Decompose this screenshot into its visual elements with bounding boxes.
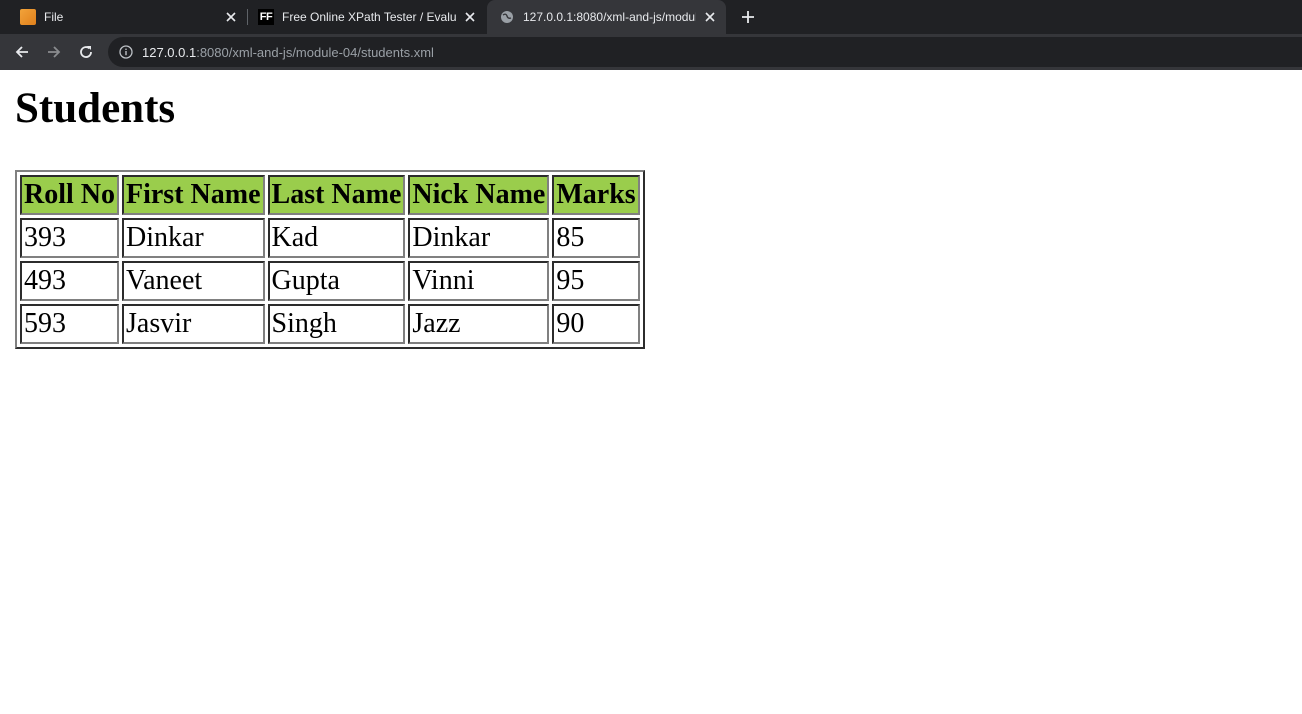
tab-students-xml[interactable]: 127.0.0.1:8080/xml-and-js/module-04/stud… [487,0,726,34]
page-content: Students Roll No First Name Last Name Ni… [0,70,1302,714]
url-path: :8080/xml-and-js/module-04/students.xml [196,44,434,60]
close-icon[interactable] [223,9,239,25]
reload-button[interactable] [74,40,98,64]
table-row: 493 Vaneet Gupta Vinni 95 [20,261,640,301]
reload-icon [80,46,92,58]
ff-icon: FF [258,9,274,25]
column-header-nick-name: Nick Name [408,175,550,215]
cell-marks: 85 [552,218,640,258]
plus-icon [742,11,754,23]
url-text[interactable]: 127.0.0.1:8080/xml-and-js/module-04/stud… [142,45,434,60]
cell-last-name: Kad [267,218,406,258]
tab-title: Free Online XPath Tester / Evaluator [282,10,456,24]
tab-file[interactable]: File [0,0,247,34]
file-icon [20,9,36,25]
back-arrow-icon [15,46,28,58]
info-icon[interactable] [118,44,134,60]
new-tab-button[interactable] [736,0,760,34]
cell-nick-name: Vinni [408,261,550,301]
table-row: 393 Dinkar Kad Dinkar 85 [20,218,640,258]
cell-last-name: Singh [267,304,406,344]
page-title: Students [15,85,176,132]
close-icon[interactable] [462,9,478,25]
cell-roll-no: 493 [20,261,119,301]
tab-xpath-tester[interactable]: FF Free Online XPath Tester / Evaluator [248,0,486,34]
cell-marks: 95 [552,261,640,301]
cell-first-name: Dinkar [122,218,265,258]
cell-roll-no: 593 [20,304,119,344]
forward-arrow-icon [48,46,61,58]
column-header-last-name: Last Name [267,175,406,215]
tab-title: 127.0.0.1:8080/xml-and-js/module-04/stud… [523,10,696,24]
table-header-row: Roll No First Name Last Name Nick Name M… [20,175,640,215]
cell-nick-name: Dinkar [408,218,550,258]
cell-nick-name: Jazz [408,304,550,344]
column-header-marks: Marks [552,175,640,215]
globe-icon [499,9,515,25]
browser-toolbar: 127.0.0.1:8080/xml-and-js/module-04/stud… [0,34,1302,70]
forward-button[interactable] [42,40,66,64]
cell-marks: 90 [552,304,640,344]
close-icon[interactable] [702,9,718,25]
tab-strip: File FF Free Online XPath Tester / Evalu… [0,0,1302,34]
back-button[interactable] [10,40,34,64]
cell-first-name: Vaneet [122,261,265,301]
url-host: 127.0.0.1 [142,44,197,60]
cell-last-name: Gupta [267,261,406,301]
cell-roll-no: 393 [20,218,119,258]
students-table: Roll No First Name Last Name Nick Name M… [15,170,645,349]
tab-title: File [44,10,64,24]
cell-first-name: Jasvir [122,304,265,344]
address-bar[interactable]: 127.0.0.1:8080/xml-and-js/module-04/stud… [108,37,1302,67]
column-header-first-name: First Name [122,175,265,215]
column-header-roll-no: Roll No [20,175,119,215]
table-row: 593 Jasvir Singh Jazz 90 [20,304,640,344]
